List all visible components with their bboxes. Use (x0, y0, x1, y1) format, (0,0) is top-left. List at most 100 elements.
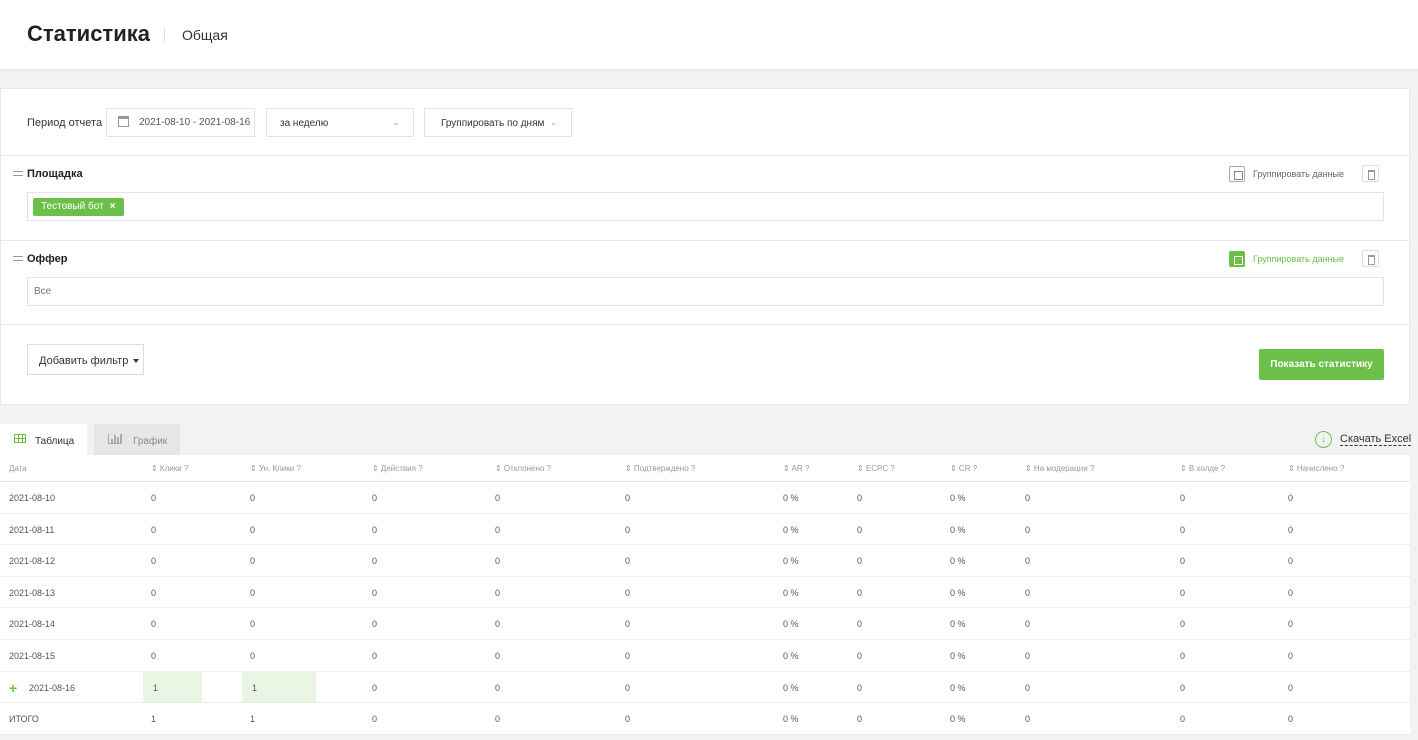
table-cell: 0 (1180, 493, 1186, 503)
table-cell: 0 (1025, 650, 1031, 661)
table-cell: 0 (1180, 556, 1186, 567)
add-filter-button[interactable]: Добавить фильтр (27, 344, 144, 375)
group-data-icon[interactable] (1229, 251, 1245, 267)
group-data-button[interactable]: Группировать данные (1253, 254, 1344, 264)
table-cell: 0 (250, 524, 256, 535)
table-cell: 0 (857, 587, 863, 598)
table-cell: 0 (495, 714, 501, 725)
group-select[interactable]: Группировать по дням ⌄ (424, 108, 572, 137)
table-cell: 0 (1025, 493, 1031, 503)
table-cell: 0 (625, 650, 631, 661)
table-cell: ИТОГО (9, 714, 39, 725)
column-header[interactable]: ⇕ Отклонено ? (495, 464, 551, 473)
column-header[interactable]: ⇕ Ун. Клики ? (250, 464, 301, 473)
table-cell: 0 (372, 714, 378, 725)
table-cell: 0 (372, 587, 378, 598)
range-select[interactable]: за неделю ⌄ (266, 108, 414, 137)
table-cell: 0 (372, 493, 378, 503)
chevron-down-icon: ⌄ (550, 118, 557, 127)
stats-table: Дата ⇕ Клики ? ⇕ Ун. Клики ? ⇕ Действия ? ⇕ … (0, 455, 1410, 735)
offer-input[interactable]: Все (27, 277, 1384, 306)
show-stats-button[interactable]: Показать статистику (1259, 349, 1384, 380)
add-filter-label: Добавить фильтр (39, 355, 129, 367)
column-header[interactable]: ⇕ В холде ? (1180, 464, 1225, 473)
column-header[interactable]: ⇕ CR ? (950, 464, 977, 473)
table-cell: 0 (1288, 650, 1294, 661)
table-cell: 0 (1025, 682, 1031, 693)
table-cell: 0 (495, 524, 501, 535)
table-cell: 0 (1025, 619, 1031, 630)
table-total-row: ИТОГО 1 1 0 0 0 0 % 0 0 % 0 0 0 (0, 703, 1410, 735)
table-cell: 1 (250, 714, 256, 725)
table-icon (14, 434, 26, 443)
column-header[interactable]: ⇕ Начислено ? (1288, 464, 1344, 473)
tag-input[interactable]: Тестовый бот × (27, 192, 1384, 221)
table-cell: 0 (495, 493, 501, 503)
table-cell: 0 (250, 619, 256, 630)
table-cell: 0 (372, 619, 378, 630)
filter-offer: Оффер Группировать данные Все (1, 241, 1409, 325)
expand-row-icon[interactable]: + (9, 680, 17, 696)
table-cell: 0 (1180, 524, 1186, 535)
table-cell: 0 (495, 650, 501, 661)
column-header[interactable]: ⇕ ECPC ? (857, 464, 895, 473)
page-subtitle: Общая (182, 27, 228, 43)
table-cell: 0 (625, 682, 631, 693)
column-header[interactable]: ⇕ На модерации ? (1025, 464, 1094, 473)
filter-title: Оффер (27, 253, 68, 265)
table-cell: 0 (1180, 587, 1186, 598)
table-cell: 0 (151, 619, 157, 630)
column-header[interactable]: ⇕ AR ? (783, 464, 809, 473)
table-cell: 0 (1288, 619, 1294, 630)
remove-tag-icon[interactable]: × (110, 201, 116, 212)
drag-handle-icon[interactable] (13, 256, 23, 261)
table-cell: 1 (143, 671, 202, 703)
group-select-value: Группировать по дням (441, 118, 545, 129)
table-cell: 0 % (783, 682, 799, 693)
table-cell: 0 % (783, 650, 799, 661)
period-row: Период отчета 2021-08-10 - 2021-08-16 за… (1, 89, 1409, 156)
table-cell: 0 (1180, 682, 1186, 693)
table-cell: 0 (1180, 619, 1186, 630)
offer-value: Все (34, 286, 52, 297)
table-cell: 1 (151, 714, 157, 725)
filter-title: Площадка (27, 168, 83, 180)
table-cell: 0 (495, 587, 501, 598)
delete-filter-icon[interactable] (1362, 165, 1379, 182)
delete-filter-icon[interactable] (1362, 250, 1379, 267)
date-range-picker[interactable]: 2021-08-10 - 2021-08-16 (106, 108, 255, 137)
table-cell: 0 (250, 587, 256, 598)
table-cell: 0 (250, 650, 256, 661)
group-data-button[interactable]: Группировать данные (1253, 169, 1344, 179)
table-cell: 0 % (950, 682, 966, 693)
drag-handle-icon[interactable] (13, 171, 23, 176)
filter-placement: Площадка Группировать данные Тестовый бо… (1, 156, 1409, 241)
column-header[interactable]: ⇕ Действия ? (372, 464, 423, 473)
table-cell: 2021-08-13 (9, 587, 56, 598)
column-header: Дата (9, 464, 27, 473)
table-cell: 0 % (950, 650, 966, 661)
tab-graph[interactable]: График (94, 424, 180, 455)
table-cell: 0 (625, 556, 631, 567)
calendar-icon (118, 116, 129, 127)
column-header[interactable]: ⇕ Подтверждено ? (625, 464, 695, 473)
column-header[interactable]: ⇕ Клики ? (151, 464, 188, 473)
tab-table[interactable]: Таблица (0, 424, 87, 455)
table-cell: 0 (1180, 650, 1186, 661)
table-cell: 0 (1025, 524, 1031, 535)
table-cell: 0 (372, 650, 378, 661)
table-cell: 0 (625, 619, 631, 630)
table-row: 2021-08-12 0 0 0 0 0 0 % 0 0 % 0 0 0 (0, 545, 1410, 577)
table-cell: 0 (151, 556, 157, 567)
table-cell: 0 (151, 493, 157, 503)
table-row: 2021-08-15 0 0 0 0 0 0 % 0 0 % 0 0 0 (0, 640, 1410, 672)
table-cell: 0 (857, 650, 863, 661)
table-cell: 0 % (783, 524, 799, 535)
table-cell: 0 % (783, 619, 799, 630)
range-select-value: за неделю (280, 118, 329, 129)
table-row: 2021-08-11 0 0 0 0 0 0 % 0 0 % 0 0 0 (0, 514, 1410, 546)
table-cell: 0 (1180, 714, 1186, 725)
table-cell: 0 (495, 556, 501, 567)
group-data-icon[interactable] (1229, 166, 1245, 182)
table-cell: 0 % (950, 493, 966, 503)
